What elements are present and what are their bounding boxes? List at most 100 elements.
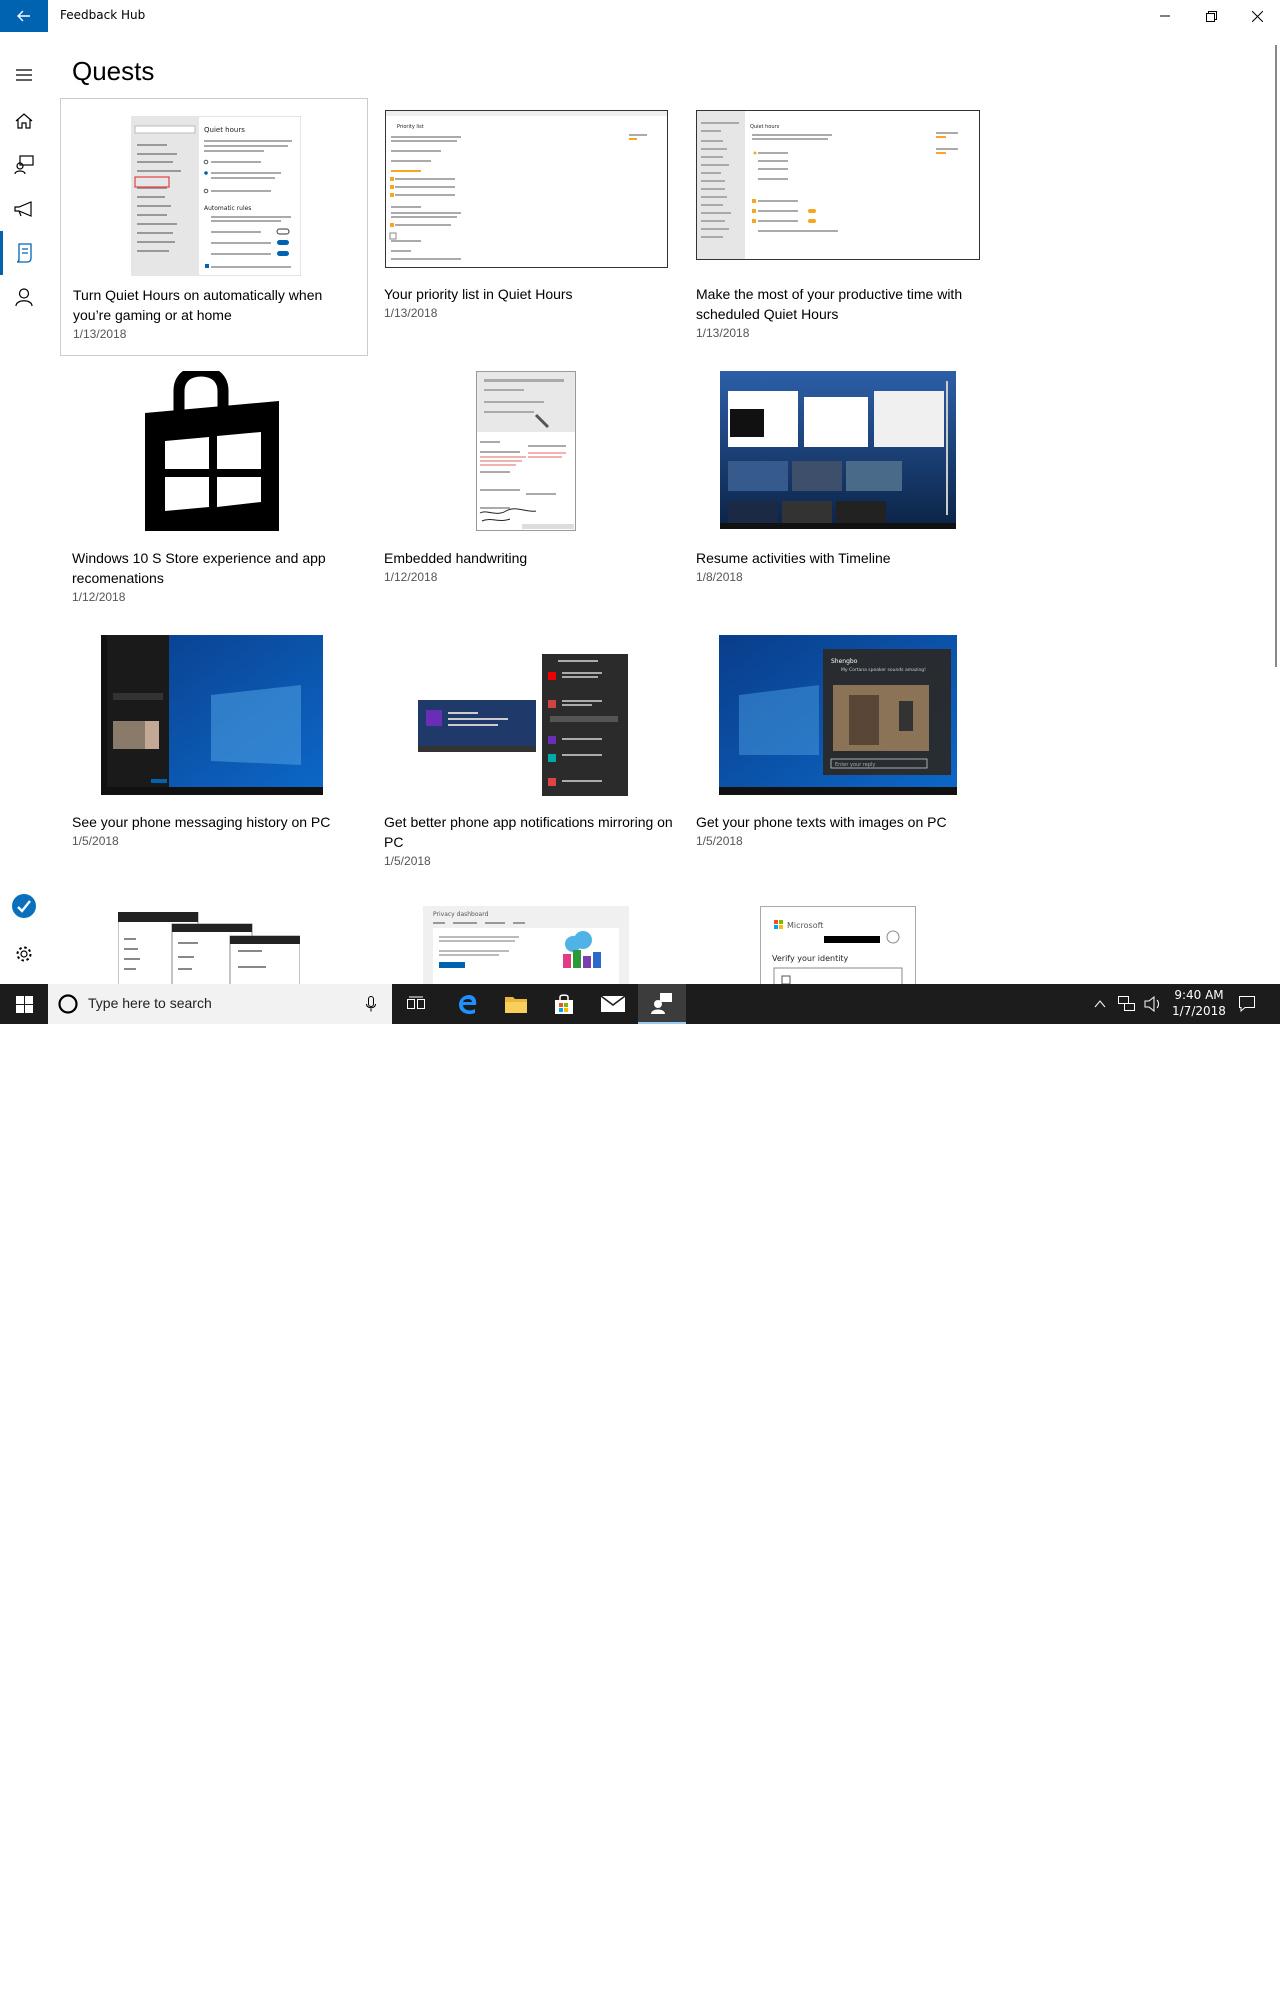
action-center-button[interactable] [1232,984,1262,1024]
quest-thumbnail [372,626,680,806]
settings-screenshot-thumb: Quiet hours Automatic rules [131,116,301,276]
nav-settings[interactable] [0,932,48,976]
quest-title: Make the most of your productive time wi… [696,286,963,322]
clock-date: 1/7/2018 [1172,1004,1226,1018]
quest-card[interactable]: Get better phone app notifications mirro… [372,626,680,884]
svg-text:Quiet hours: Quiet hours [204,126,245,134]
quest-card[interactable]: Microsoft Verify your identity [684,890,990,984]
desktop-screenshot-thumb [101,635,323,795]
svg-text:Enter your reply: Enter your reply [835,762,875,768]
svg-text:Automatic rules: Automatic rules [204,205,251,212]
svg-text:Shengbo: Shengbo [831,658,858,665]
quest-card[interactable]: Quiet hours Make the most of your produc… [684,98,990,356]
quest-card[interactable]: Windows 10 S Store experience and app re… [60,362,368,620]
taskbar-edge[interactable] [444,984,492,1024]
taskbar-search-box[interactable]: Type here to search [48,984,392,1024]
taskbar-store[interactable] [540,984,588,1024]
svg-text:Privacy dashboard: Privacy dashboard [433,911,489,918]
quest-title: Get better phone app notifications mirro… [384,814,673,850]
nav-profile[interactable] [0,275,48,319]
quest-date: 1/12/2018 [72,590,126,604]
title-bar: Feedback Hub [0,0,1280,32]
timeline-screenshot-thumb [720,371,956,529]
profile-icon [15,288,33,306]
quest-card[interactable]: See your phone messaging history on PC 1… [60,626,368,884]
clock-time: 9:40 AM [1174,988,1224,1002]
quest-thumbnail: Priority list [372,98,680,278]
privacy-screenshot-thumb: Privacy dashboard [423,906,629,984]
quest-thumbnail: Quiet hours Automatic rules [61,99,369,279]
close-button[interactable] [1234,0,1280,32]
quest-card[interactable]: Priority list Your priority list in Quie… [372,98,680,356]
quest-title: Resume activities with Timeline [696,550,891,566]
hamburger-menu-button[interactable] [0,53,48,97]
mail-icon [601,996,625,1012]
watermark-text: TheCollectionBook [1092,1974,1252,1995]
start-button[interactable] [0,984,48,1024]
notification-screenshot-thumb [418,654,628,796]
task-view-button[interactable] [392,984,440,1024]
nav-home[interactable] [0,99,48,143]
show-hidden-icons-button[interactable] [1085,984,1115,1024]
quests-grid: Quiet hours Automatic rules Turn Quiet H… [60,98,990,984]
quests-icon [16,243,32,263]
quest-thumbnail [684,362,990,542]
settings-screenshot-thumb: Priority list [384,110,668,268]
scrollbar-thumb[interactable] [1275,45,1277,667]
back-button[interactable] [0,0,48,32]
nav-windows-insider[interactable] [0,884,48,928]
minimize-button[interactable] [1142,0,1188,32]
insider-logo-icon [12,894,36,918]
microphone-icon[interactable] [366,996,376,1012]
svg-text:Quiet hours: Quiet hours [750,124,780,130]
store-icon [145,371,279,531]
watermark: TheCollectionBook [1030,1968,1260,2006]
app-title: Feedback Hub [60,8,146,22]
quest-thumbnail [60,362,368,542]
quest-card[interactable]: Quiet hours Automatic rules Turn Quiet H… [60,98,368,356]
restore-button[interactable] [1188,0,1234,32]
quest-card[interactable]: Privacy dashboard [372,890,680,984]
clock[interactable]: 9:40 AM 1/7/2018 [1164,987,1234,1019]
feedback-hub-icon [651,993,672,1014]
quest-date: 1/13/2018 [696,326,750,340]
quest-title: See your phone messaging history on PC [72,814,331,830]
quest-thumbnail [372,362,680,542]
navigation-pane [0,32,48,984]
quest-title: Your priority list in Quiet Hours [384,286,573,302]
feedback-icon [14,155,34,175]
minimize-icon [1160,15,1170,17]
quest-title: Embedded handwriting [384,550,528,566]
hamburger-icon [16,69,32,81]
nav-announcements[interactable] [0,187,48,231]
quest-card[interactable] [60,890,368,984]
quest-card[interactable]: Shengbo My Cortana speaker sounds amazin… [684,626,990,884]
quest-title: Windows 10 S Store experience and app re… [72,550,326,586]
svg-text:Priority list: Priority list [397,124,424,130]
nav-feedback[interactable] [0,143,48,187]
taskbar: Type here to search TheCollectionBook 9:… [0,984,1280,2004]
book-logo-icon [1034,1974,1070,2004]
volume-icon [1144,996,1159,1012]
close-icon [1251,10,1263,22]
quest-thumbnail: Shengbo My Cortana speaker sounds amazin… [684,626,990,806]
home-icon [15,113,33,129]
restore-icon [1205,10,1217,22]
nav-quests[interactable] [0,231,48,275]
quest-thumbnail [60,626,368,806]
action-center-icon [1239,996,1255,1012]
quest-date: 1/8/2018 [696,570,743,584]
network-icon [1118,996,1135,1011]
taskbar-mail[interactable] [589,984,637,1024]
quest-card[interactable]: Resume activities with Timeline 1/8/2018 [684,362,990,620]
quest-card[interactable]: Embedded handwriting 1/12/2018 [372,362,680,620]
svg-text:Verify your identity: Verify your identity [772,954,849,963]
taskbar-feedback-hub[interactable] [638,984,686,1024]
quest-date: 1/5/2018 [696,834,743,848]
settings-screenshot-thumb: Quiet hours [696,110,980,260]
announcements-icon [14,201,32,217]
account-screenshot-thumb: Microsoft Verify your identity [760,906,916,984]
taskbar-file-explorer[interactable] [492,984,540,1024]
language-screenshot-thumb [118,912,300,984]
search-placeholder: Type here to search [88,995,212,1011]
